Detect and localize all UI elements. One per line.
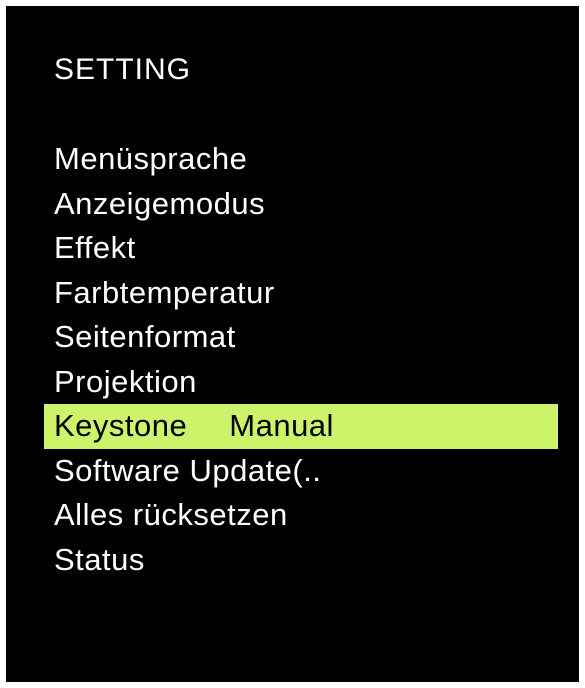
menu-title: SETTING (54, 53, 192, 86)
menu-item-status[interactable]: Status (44, 538, 558, 583)
menu-item-alles-ruecksetzen[interactable]: Alles rücksetzen (44, 493, 558, 538)
menu-item-keystone[interactable]: Keystone Manual (44, 404, 558, 449)
menu-item-label: Keystone (54, 408, 188, 443)
menu-item-label: Software Update(.. (54, 452, 322, 488)
menu-item-label: Effekt (54, 230, 136, 265)
menu-item-effekt[interactable]: Effekt (44, 226, 558, 271)
menu-item-label: Farbtemperatur (54, 274, 275, 310)
menu-item-anzeigemodus[interactable]: Anzeigemodus (44, 182, 558, 227)
menu-item-value: Manual (229, 408, 334, 443)
settings-menu-list: Menüsprache Anzeigemodus Effekt Farbtemp… (44, 137, 558, 582)
menu-item-menuesprache[interactable]: Menüsprache (44, 137, 558, 182)
menu-item-software-update[interactable]: Software Update(.. (44, 449, 558, 494)
menu-item-farbtemperatur[interactable]: Farbtemperatur (44, 271, 558, 316)
menu-item-label: Anzeigemodus (54, 185, 266, 221)
osd-settings-screen: SETTING Menüsprache Anzeigemodus Effekt … (6, 6, 579, 682)
menu-item-projektion[interactable]: Projektion (44, 360, 558, 405)
menu-item-label: Projektion (54, 363, 197, 399)
menu-item-label: Seitenformat (54, 319, 236, 354)
menu-item-label: Menüsprache (54, 141, 248, 176)
menu-item-label: Status (54, 541, 145, 577)
menu-item-label: Alles rücksetzen (54, 497, 288, 532)
menu-item-seitenformat[interactable]: Seitenformat (44, 315, 558, 360)
